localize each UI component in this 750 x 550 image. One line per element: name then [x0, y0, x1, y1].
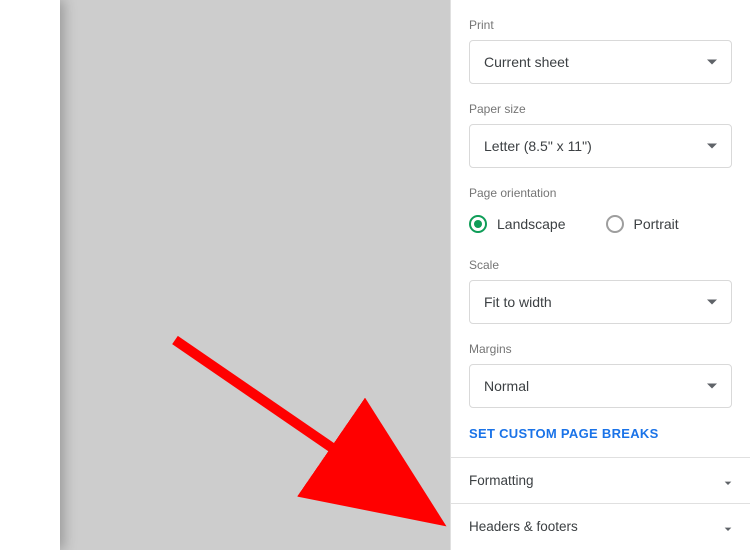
print-label: Print: [469, 18, 732, 32]
radio-unselected-icon: [606, 215, 624, 233]
radio-selected-icon: [469, 215, 487, 233]
formatting-section-toggle[interactable]: Formatting: [451, 457, 750, 503]
set-custom-page-breaks-link[interactable]: SET CUSTOM PAGE BREAKS: [469, 426, 732, 457]
margins-label: Margins: [469, 342, 732, 356]
scale-dropdown[interactable]: Fit to width: [469, 280, 732, 324]
scale-value: Fit to width: [484, 294, 552, 310]
paper-size-label: Paper size: [469, 102, 732, 116]
paper-size-value: Letter (8.5" x 11"): [484, 138, 592, 154]
headers-footers-section-toggle[interactable]: Headers & footers: [451, 503, 750, 549]
preview-page: [0, 0, 60, 550]
paper-size-dropdown[interactable]: Letter (8.5" x 11"): [469, 124, 732, 168]
caret-down-icon: [707, 384, 717, 389]
margins-dropdown[interactable]: Normal: [469, 364, 732, 408]
print-preview-area: [0, 0, 450, 550]
print-dropdown[interactable]: Current sheet: [469, 40, 732, 84]
orientation-landscape-label: Landscape: [497, 216, 566, 232]
chevron-down-icon: [720, 475, 732, 487]
headers-footers-label: Headers & footers: [469, 519, 578, 534]
caret-down-icon: [707, 144, 717, 149]
orientation-landscape-radio[interactable]: Landscape: [469, 215, 566, 233]
print-settings-panel: Print Current sheet Paper size Letter (8…: [450, 0, 750, 550]
orientation-label: Page orientation: [469, 186, 732, 200]
caret-down-icon: [707, 300, 717, 305]
chevron-down-icon: [720, 521, 732, 533]
scale-label: Scale: [469, 258, 732, 272]
caret-down-icon: [707, 60, 717, 65]
orientation-portrait-label: Portrait: [634, 216, 679, 232]
margins-value: Normal: [484, 378, 529, 394]
orientation-portrait-radio[interactable]: Portrait: [606, 215, 679, 233]
formatting-label: Formatting: [469, 473, 534, 488]
print-dropdown-value: Current sheet: [484, 54, 569, 70]
